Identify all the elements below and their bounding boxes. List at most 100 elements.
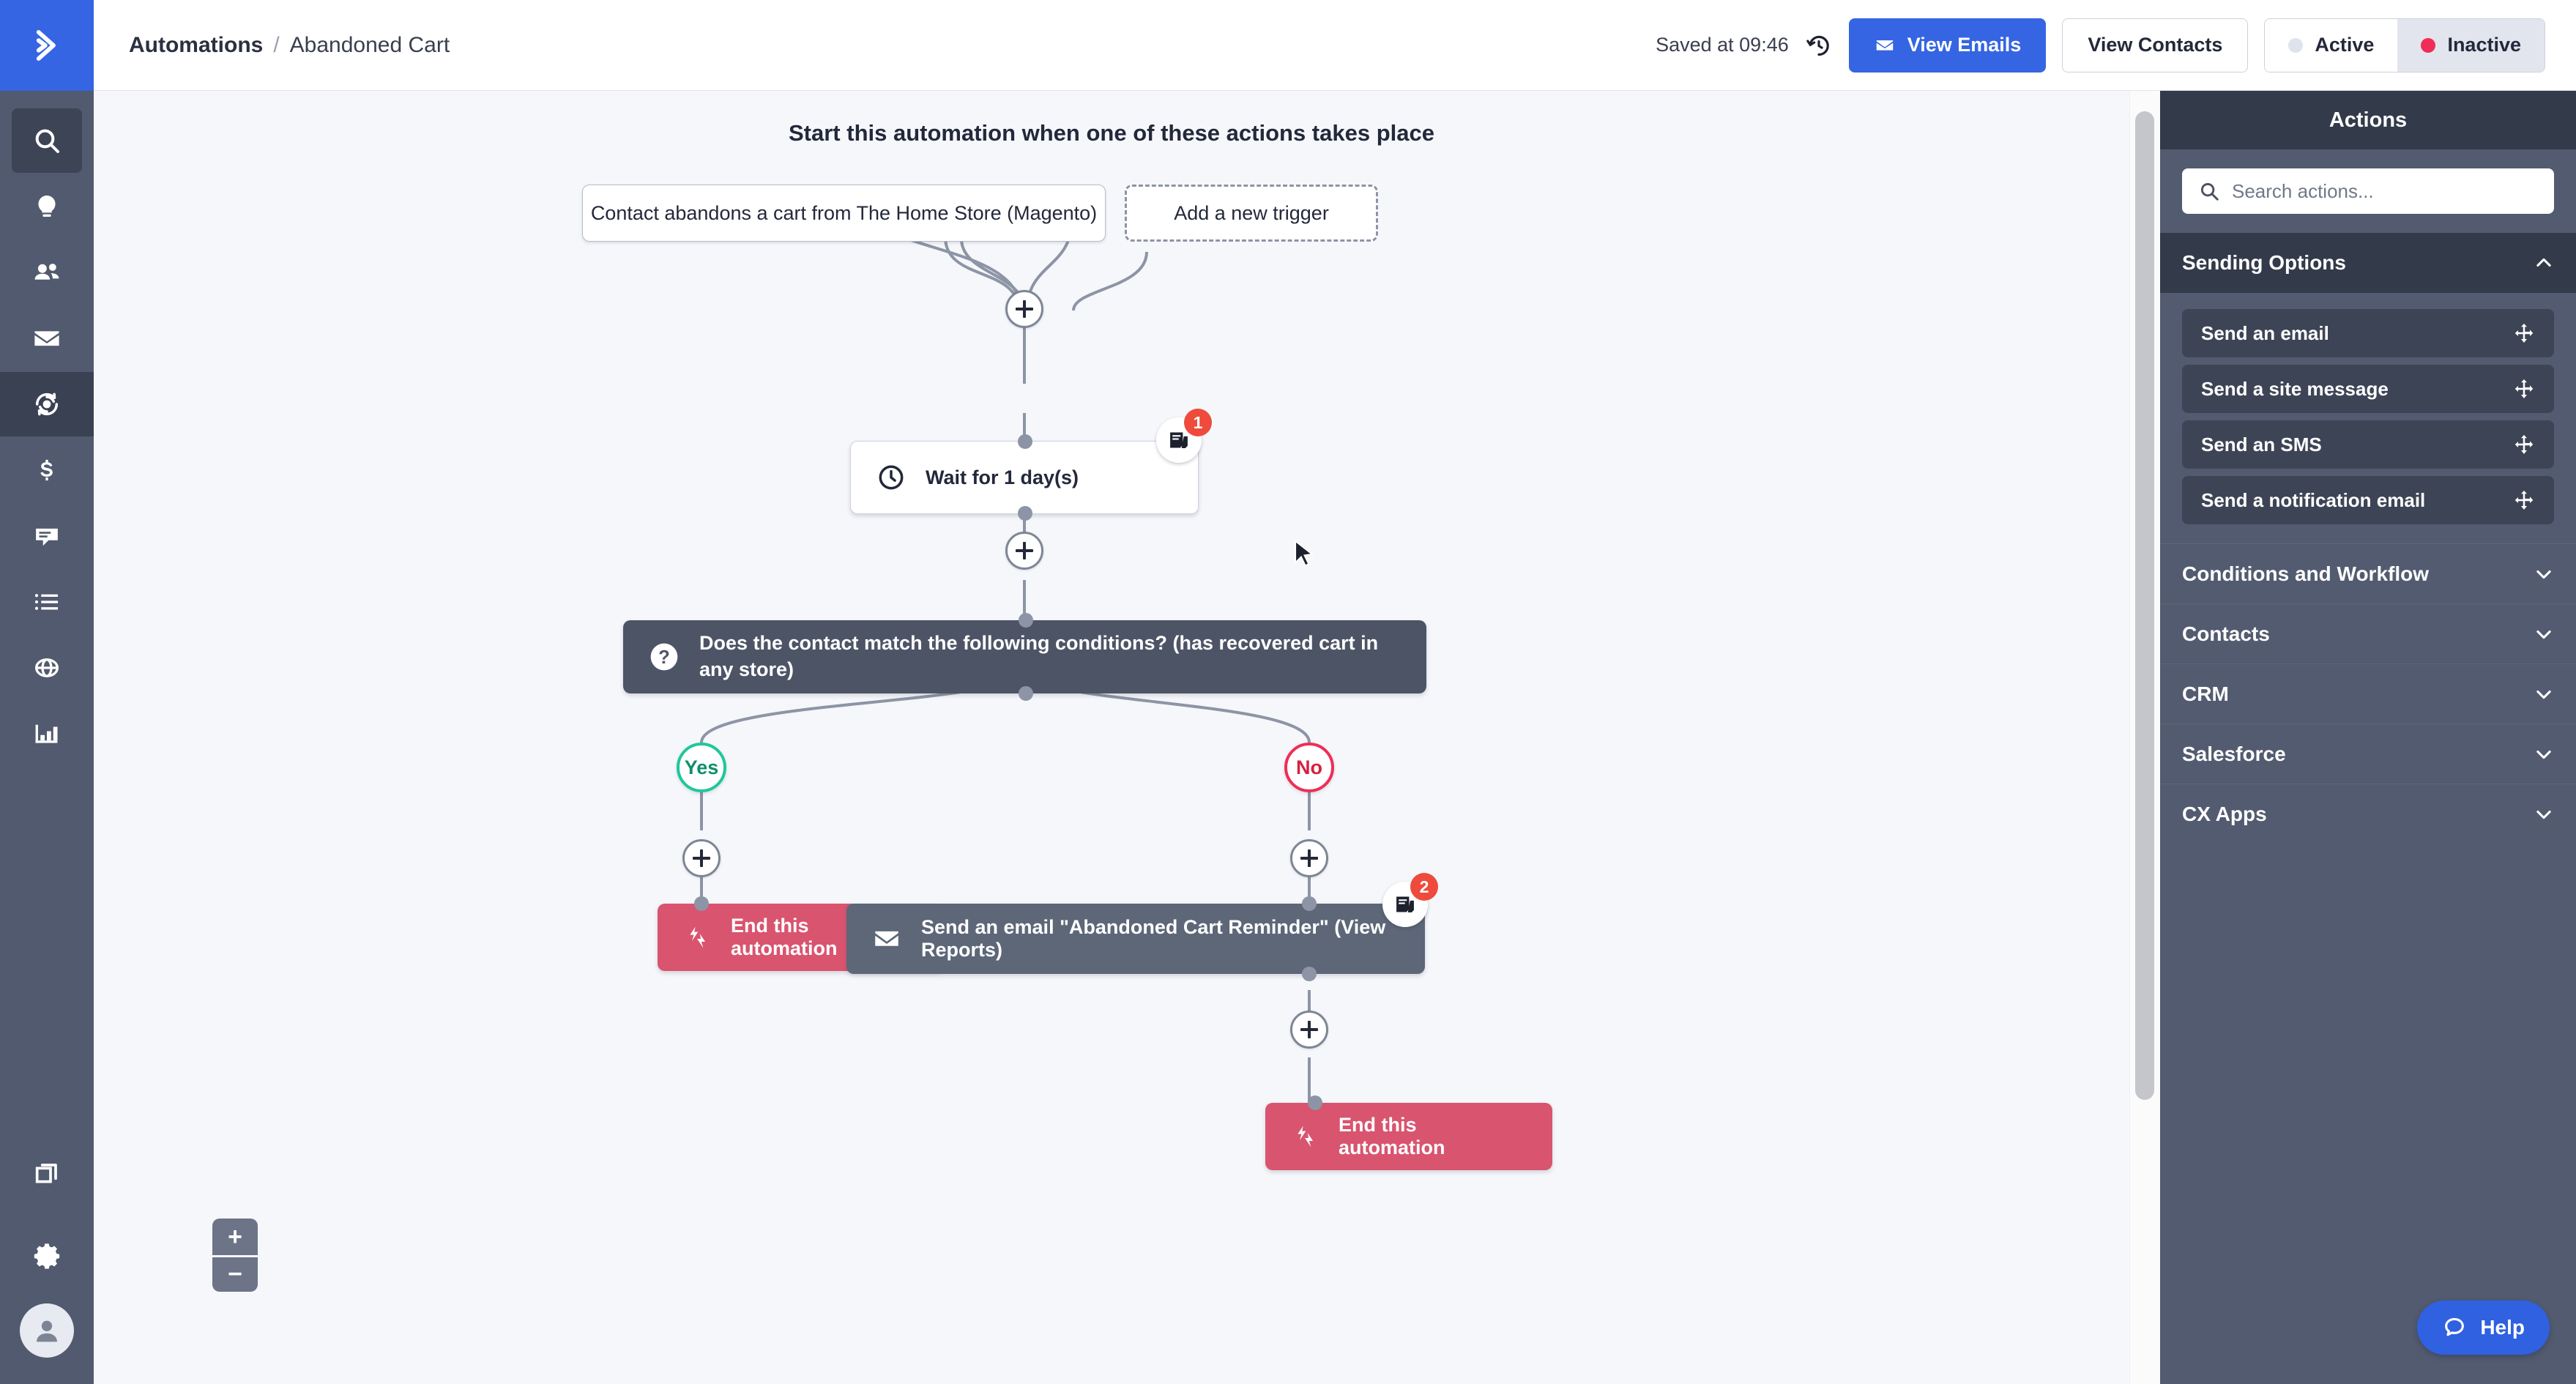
- group-label: Salesforce: [2182, 742, 2286, 765]
- zoom-in-button[interactable]: +: [212, 1219, 258, 1255]
- trigger-node-0[interactable]: Contact abandons a cart from The Home St…: [582, 185, 1106, 242]
- group-label: CRM: [2182, 682, 2229, 705]
- search-actions-input[interactable]: [2232, 179, 2538, 203]
- action-item-send-an-email[interactable]: Send an email: [2182, 309, 2554, 357]
- sidebar-item-automations[interactable]: [0, 372, 94, 436]
- canvas-scroll-track[interactable]: [2129, 91, 2160, 1384]
- group-header-contacts[interactable]: Contacts: [2160, 603, 2576, 663]
- action-label: Send a notification email: [2201, 488, 2426, 511]
- end-flow-icon: [1298, 1126, 1313, 1147]
- badge-count: 2: [1410, 873, 1438, 901]
- port-top: [1302, 896, 1317, 911]
- action-item-send-a-notification-email[interactable]: Send a notification email: [2182, 476, 2554, 524]
- sending-options-list: Send an email Send a site message Send a…: [2160, 293, 2576, 543]
- state-inactive-option[interactable]: Inactive: [2397, 18, 2545, 72]
- group-header-cx-apps[interactable]: CX Apps: [2160, 784, 2576, 844]
- node-end-automation-no[interactable]: End this automation: [1265, 1095, 1552, 1170]
- sidebar-item-settings[interactable]: [12, 1223, 82, 1287]
- sidebar-item-campaigns[interactable]: [12, 174, 82, 239]
- help-label: Help: [2480, 1316, 2525, 1339]
- add-step-button-3[interactable]: [1290, 1011, 1328, 1049]
- saved-status: Saved at 09:46: [1656, 34, 1789, 56]
- sidebar-item-conversations[interactable]: [12, 504, 82, 568]
- help-button[interactable]: Help: [2417, 1301, 2550, 1355]
- node-send-email-badge[interactable]: 2: [1382, 873, 1438, 927]
- sidebar-item-search[interactable]: [12, 108, 82, 173]
- action-item-send-a-site-message[interactable]: Send a site message: [2182, 365, 2554, 413]
- node-condition[interactable]: ? Does the contact match the following c…: [623, 613, 1426, 701]
- left-nav-rail: [0, 0, 94, 1384]
- avatar[interactable]: [20, 1303, 74, 1358]
- search-icon: [2200, 182, 2219, 201]
- sidebar-item-deals[interactable]: [12, 438, 82, 502]
- sidebar-item-contacts[interactable]: [12, 240, 82, 305]
- end-flow-icon: [690, 926, 705, 948]
- add-step-button-yes[interactable]: [682, 839, 721, 877]
- chevron-right-logo-icon: [36, 30, 56, 61]
- node-wait-badge[interactable]: 1: [1156, 409, 1212, 463]
- trigger-label: Contact abandons a cart from The Home St…: [590, 201, 1098, 224]
- end-automation-icon: [1290, 1122, 1319, 1151]
- node-wait[interactable]: Wait for 1 day(s): [850, 434, 1199, 521]
- chat-bubble-icon: [2445, 1317, 2465, 1336]
- state-active-option[interactable]: Active: [2265, 18, 2398, 72]
- group-header-crm[interactable]: CRM: [2160, 663, 2576, 723]
- canvas-scrollbar-thumb[interactable]: [2135, 111, 2154, 1100]
- branch-yes[interactable]: Yes: [677, 743, 726, 792]
- group-header-sending-options[interactable]: Sending Options: [2160, 233, 2576, 293]
- envelope-icon-glyph: [875, 931, 898, 946]
- group-header-conditions-and-workflow[interactable]: Conditions and Workflow: [2160, 543, 2576, 603]
- question-mark-icon: ?: [648, 641, 680, 673]
- sidebar-item-apps[interactable]: [12, 1141, 82, 1205]
- mouse-cursor: [1295, 539, 1314, 567]
- contacts-icon: [34, 264, 59, 280]
- drag-move-icon[interactable]: [2513, 378, 2535, 400]
- list-icon: [34, 594, 59, 610]
- copy-stack-icon: [35, 1164, 57, 1183]
- actions-search-wrap: [2160, 149, 2576, 233]
- breadcrumb-current: Abandoned Cart: [289, 32, 450, 57]
- badge-count: 1: [1184, 409, 1212, 436]
- group-label: Conditions and Workflow: [2182, 562, 2430, 585]
- sidebar-item-reports[interactable]: [12, 702, 82, 766]
- brand-logo[interactable]: [0, 0, 94, 91]
- trigger-node-add-new[interactable]: Add a new trigger: [1125, 185, 1378, 242]
- action-item-send-an-sms[interactable]: Send an SMS: [2182, 420, 2554, 469]
- add-step-button-1[interactable]: [1005, 290, 1043, 328]
- chat-bubble-icon: [36, 528, 58, 546]
- sidebar-item-lists[interactable]: [12, 570, 82, 634]
- chevron-down-icon: [2536, 630, 2551, 639]
- gear-icon: [34, 1243, 60, 1269]
- header-actions: Saved at 09:46 View Emails View Contacts…: [1656, 18, 2545, 72]
- drag-move-icon[interactable]: [2513, 322, 2535, 344]
- chevron-down-icon: [2536, 750, 2551, 759]
- clock-icon: [876, 462, 907, 493]
- group-header-salesforce[interactable]: Salesforce: [2160, 723, 2576, 784]
- sidebar-item-email[interactable]: [12, 306, 82, 371]
- envelope-icon: [871, 923, 902, 954]
- add-step-button-no[interactable]: [1290, 839, 1328, 877]
- history-revert-icon[interactable]: [1805, 31, 1833, 59]
- node-end-no-label: End this automation: [1339, 1114, 1445, 1158]
- view-contacts-button[interactable]: View Contacts: [2062, 18, 2249, 72]
- chevron-down-icon: [2536, 690, 2551, 699]
- dollar-icon: [40, 459, 53, 481]
- view-emails-button[interactable]: View Emails: [1848, 18, 2047, 72]
- port-bottom: [1302, 967, 1317, 981]
- bar-chart-icon: [35, 724, 58, 743]
- port-top: [1019, 613, 1033, 628]
- chevron-down-icon: [2536, 810, 2551, 819]
- state-inactive-label: Inactive: [2447, 34, 2521, 56]
- zoom-out-button[interactable]: −: [212, 1255, 258, 1292]
- search-box[interactable]: [2182, 168, 2554, 214]
- sidebar-item-website[interactable]: [12, 636, 82, 700]
- node-send-email[interactable]: Send an email "Abandoned Cart Reminder" …: [846, 896, 1425, 981]
- branch-no[interactable]: No: [1284, 743, 1334, 792]
- automation-canvas[interactable]: Start this automation when one of these …: [94, 91, 2160, 1384]
- drag-move-icon[interactable]: [2513, 489, 2535, 511]
- globe-icon: [34, 658, 59, 677]
- breadcrumb-root[interactable]: Automations: [129, 33, 263, 58]
- drag-move-icon[interactable]: [2513, 434, 2535, 455]
- add-step-button-2[interactable]: [1005, 532, 1043, 570]
- breadcrumb: Automations / Abandoned Cart: [129, 33, 450, 58]
